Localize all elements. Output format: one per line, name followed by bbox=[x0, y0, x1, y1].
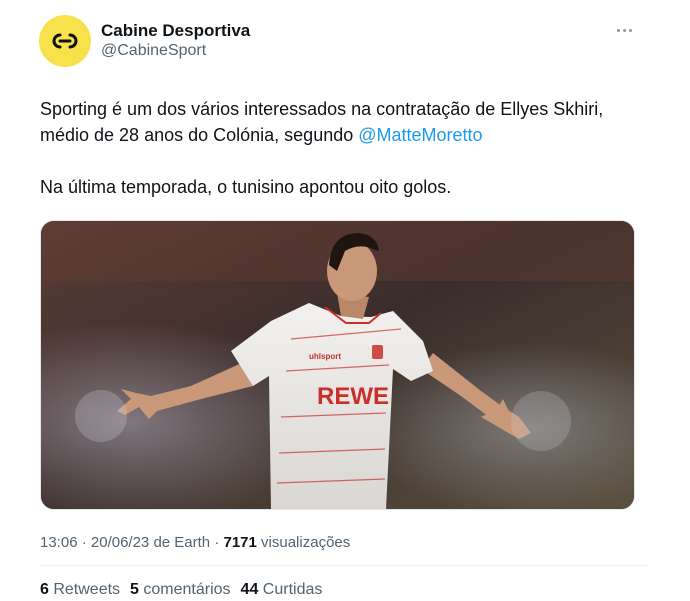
cd-logo-icon bbox=[52, 33, 78, 49]
comments-count: 5 bbox=[130, 581, 139, 598]
comments-stat[interactable]: 5 comentários bbox=[130, 581, 231, 599]
tweet-stats: 6 Retweets 5 comentários 44 Curtidas bbox=[40, 581, 322, 599]
tweet-meta: 13:06 · 20/06/23 de Earth · 7171 visuali… bbox=[40, 534, 350, 551]
meta-separator: · bbox=[77, 534, 91, 551]
likes-stat[interactable]: 44 Curtidas bbox=[241, 581, 323, 599]
player-photo: REWE uhlsport bbox=[41, 221, 634, 509]
jersey-brand: uhlsport bbox=[309, 352, 341, 361]
tweet-paragraph-2: Na última temporada, o tunisino apontou … bbox=[40, 177, 452, 197]
tweet-time[interactable]: 13:06 bbox=[40, 534, 78, 551]
retweets-count: 6 bbox=[40, 581, 49, 598]
comments-label: comentários bbox=[138, 581, 231, 598]
tweet-text: Sporting é um dos vários interessados na… bbox=[40, 96, 650, 200]
meta-separator: · bbox=[210, 534, 224, 551]
retweets-label: Retweets bbox=[48, 581, 121, 598]
tweet-paragraph-1: Sporting é um dos vários interessados na… bbox=[40, 96, 650, 148]
tweet-photo[interactable]: REWE uhlsport bbox=[40, 220, 635, 510]
likes-count: 44 bbox=[240, 581, 259, 598]
mention-link[interactable]: @MatteMoretto bbox=[358, 125, 482, 145]
divider bbox=[40, 565, 650, 566]
avatar[interactable] bbox=[39, 15, 91, 67]
views-count: 7171 bbox=[223, 534, 257, 551]
author-name[interactable]: Cabine Desportiva bbox=[101, 21, 250, 41]
tweet-date[interactable]: 20/06/23 de Earth bbox=[91, 534, 210, 551]
views-label: visualizações bbox=[256, 534, 351, 551]
more-options-icon[interactable] bbox=[612, 22, 636, 38]
jersey-sponsor: REWE bbox=[317, 383, 389, 410]
likes-label: Curtidas bbox=[258, 581, 323, 598]
retweets-stat[interactable]: 6 Retweets bbox=[40, 581, 120, 599]
author-handle[interactable]: @CabineSport bbox=[101, 42, 206, 60]
tweet-text-line1: Sporting é um dos vários interessados na… bbox=[40, 99, 604, 145]
